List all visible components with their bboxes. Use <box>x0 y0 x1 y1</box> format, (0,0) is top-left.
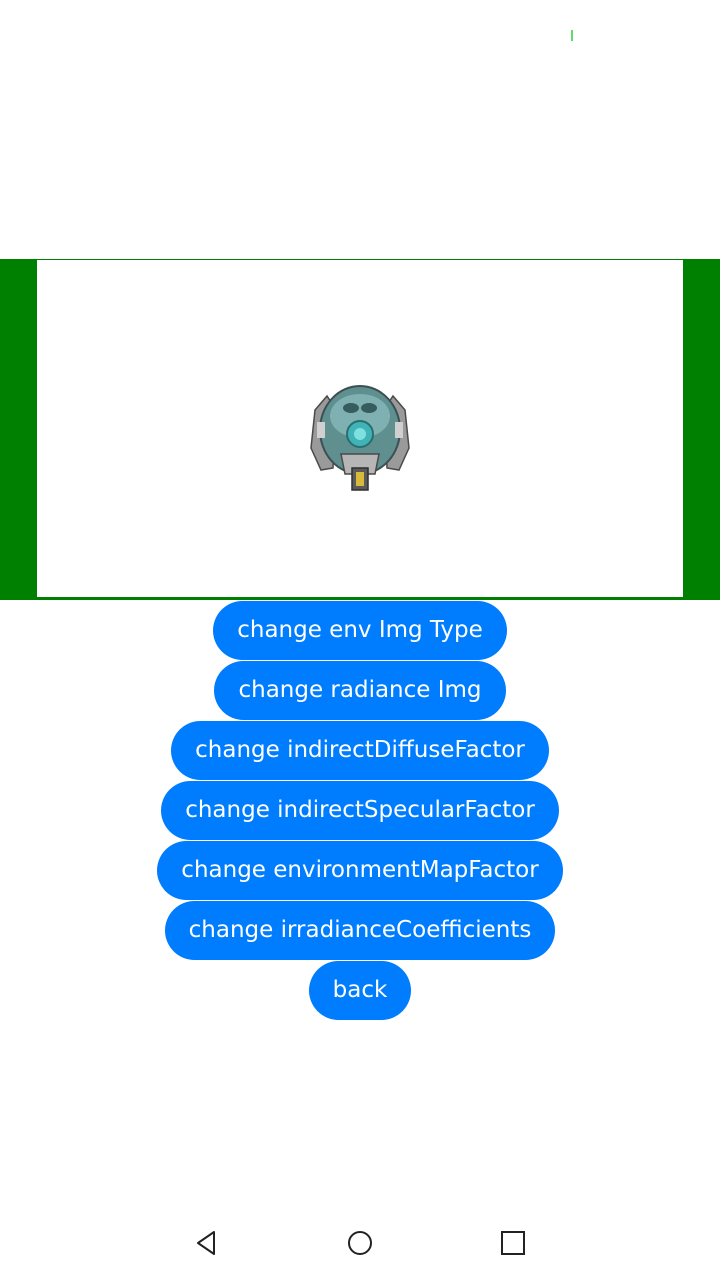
change-irradiance-coefficients-button[interactable]: change irradianceCoefficients <box>164 901 556 960</box>
change-indirect-diffuse-factor-button[interactable]: change indirectDiffuseFactor <box>171 721 549 780</box>
status-indicator-icon <box>571 30 573 41</box>
scene-viewport[interactable] <box>37 260 683 597</box>
back-triangle-icon[interactable] <box>192 1228 222 1258</box>
change-environment-map-factor-button[interactable]: change environmentMapFactor <box>157 841 563 900</box>
scene-viewport-frame <box>0 259 720 600</box>
change-indirect-specular-factor-button[interactable]: change indirectSpecularFactor <box>161 781 559 840</box>
home-circle-icon[interactable] <box>345 1228 375 1258</box>
recents-square-icon[interactable] <box>498 1228 528 1258</box>
helmet-model <box>310 385 410 491</box>
change-env-img-type-button[interactable]: change env Img Type <box>213 601 507 660</box>
action-button-list: change env Img Type change radiance Img … <box>0 601 720 1021</box>
system-navigation-bar <box>0 1210 720 1280</box>
change-radiance-img-button[interactable]: change radiance Img <box>214 661 506 720</box>
status-bar <box>0 0 720 60</box>
back-button[interactable]: back <box>308 961 412 1020</box>
